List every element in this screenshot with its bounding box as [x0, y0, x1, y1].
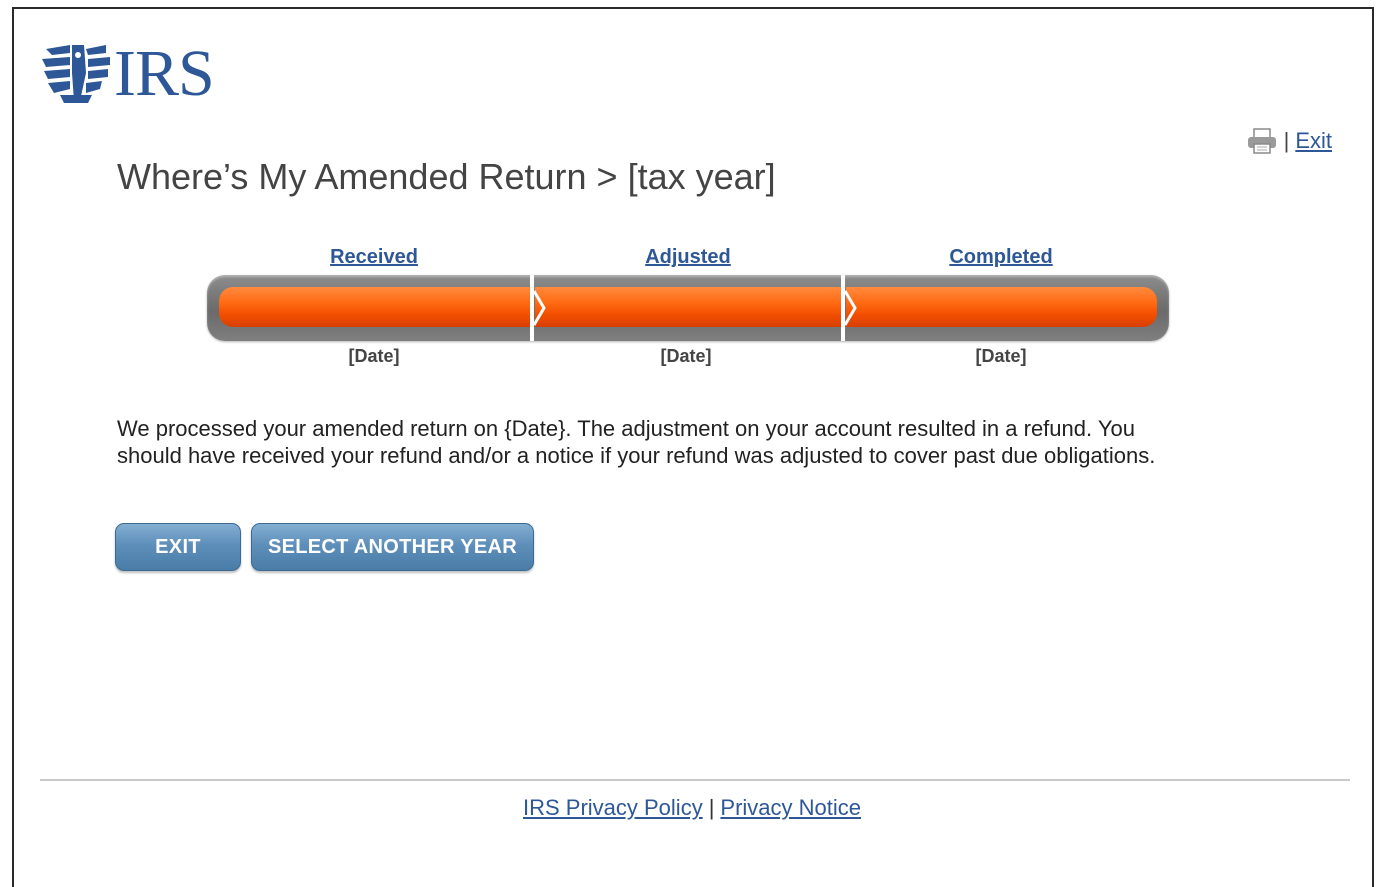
chevron-right-icon	[533, 290, 546, 326]
privacy-notice-link[interactable]: Privacy Notice	[720, 795, 861, 820]
page-title: Where’s My Amended Return > [tax year]	[117, 156, 776, 197]
header-separator: |	[1283, 128, 1290, 153]
printer-icon[interactable]	[1246, 128, 1278, 154]
exit-link[interactable]: Exit	[1295, 128, 1332, 154]
top-actions: | Exit	[1246, 128, 1332, 154]
step-date-adjusted: [Date]	[660, 346, 712, 366]
footer-divider	[40, 779, 1350, 781]
step-date-received: [Date]	[348, 346, 400, 366]
irs-logo: IRS	[40, 37, 215, 110]
exit-button[interactable]: EXIT	[115, 523, 241, 571]
progress-segment-completed	[846, 287, 1157, 327]
step-label-received[interactable]: Received	[330, 246, 418, 269]
step-label-completed[interactable]: Completed	[949, 246, 1052, 269]
irs-eagle-icon	[42, 45, 110, 103]
irs-logo-text: IRS	[114, 37, 215, 110]
select-another-year-button[interactable]: SELECT ANOTHER YEAR	[251, 523, 534, 571]
progress-segment-received	[219, 287, 531, 327]
footer: IRS Privacy Policy | Privacy Notice	[0, 795, 1384, 821]
progress-tracker	[207, 275, 1169, 341]
privacy-policy-link[interactable]: IRS Privacy Policy	[523, 795, 703, 820]
footer-separator: |	[708, 795, 715, 820]
status-message: We processed your amended return on {Dat…	[117, 416, 1156, 468]
chevron-right-icon	[844, 290, 857, 326]
progress-segment-adjusted	[535, 287, 842, 327]
step-date-completed: [Date]	[975, 346, 1027, 366]
step-label-adjusted[interactable]: Adjusted	[645, 246, 731, 269]
